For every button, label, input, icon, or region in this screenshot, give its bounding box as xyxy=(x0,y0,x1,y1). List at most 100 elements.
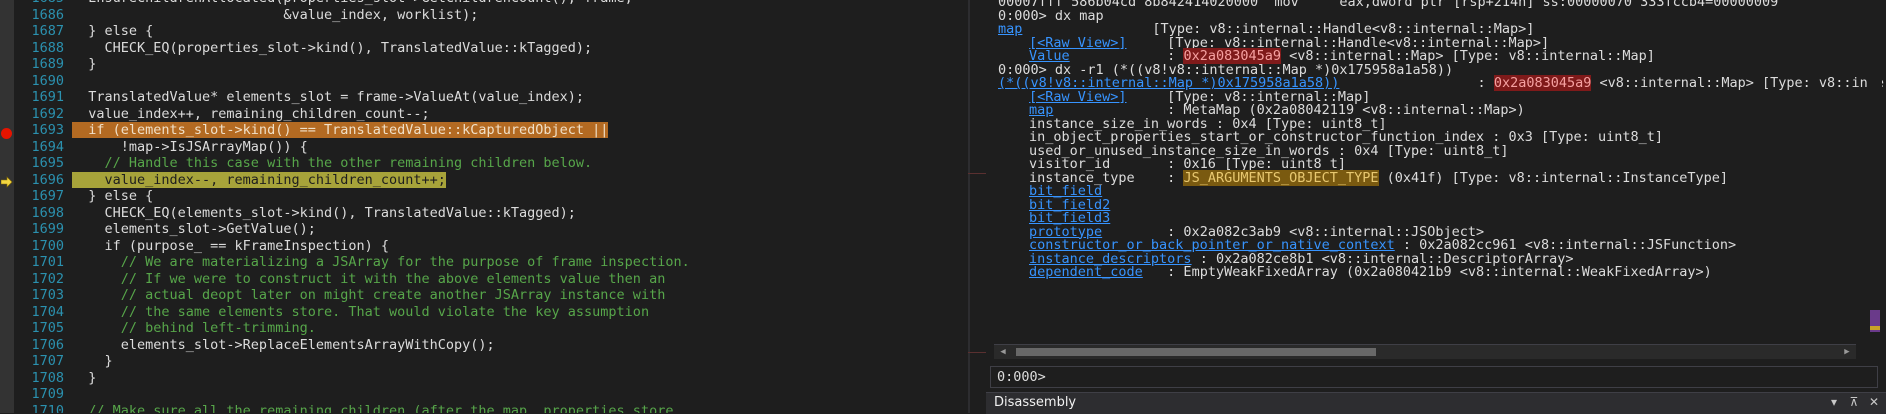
code-line[interactable]: 1705 // behind left-trimming. xyxy=(14,320,316,337)
code-line[interactable]: 1695 // Handle this case with the other … xyxy=(14,155,592,172)
address-value: 0x2a083045a9 xyxy=(1493,75,1592,91)
line-number: 1709 xyxy=(31,386,64,402)
breakpoint-margin[interactable] xyxy=(0,0,14,413)
code-text[interactable]: if (elements_slot->kind() == TranslatedV… xyxy=(72,122,609,138)
code-line[interactable]: 1688 CHECK_EQ(properties_slot->kind(), T… xyxy=(14,40,592,57)
scroll-left-icon[interactable]: ◀ xyxy=(996,345,1010,359)
line-number: 1703 xyxy=(31,287,64,303)
code-editor[interactable]: 1685 EnsureChildrenAllocated(properties_… xyxy=(0,0,968,413)
scroll-right-icon[interactable]: ▶ xyxy=(1840,345,1854,359)
enum-value: JS_ARGUMENTS_OBJECT_TYPE xyxy=(1183,169,1379,186)
output-line: instance_type : JS_ARGUMENTS_OBJECT_TYPE… xyxy=(998,169,1729,187)
code-line[interactable]: 1701 // We are materializing a JSArray f… xyxy=(14,254,690,271)
output-text: (0x41f) [Type: v8::internal::InstanceTyp… xyxy=(1378,169,1729,186)
code-line[interactable]: 1697 } else { xyxy=(14,188,153,205)
code-line[interactable]: 1709 xyxy=(14,386,72,403)
debugger-output-window[interactable]: 00007fff`586b04cd 8b842414020000 mov eax… xyxy=(986,0,1886,413)
line-number: 1695 xyxy=(31,155,64,171)
code-text[interactable]: elements_slot->ReplaceElementsArrayWithC… xyxy=(72,337,495,353)
code-text[interactable]: } else { xyxy=(72,188,153,204)
code-text[interactable]: // behind left-trimming. xyxy=(72,320,316,336)
code-line[interactable]: 1692 value_index++, remaining_children_c… xyxy=(14,105,429,123)
command-prompt-label: 0:000> xyxy=(997,369,1046,385)
code-text[interactable]: // If we were to construct it with the a… xyxy=(72,271,666,287)
code-text[interactable]: value_index--, remaining_children_count+… xyxy=(72,171,446,188)
scrollbar-marker xyxy=(1870,326,1880,330)
code-text[interactable]: // Make sure all the remaining children … xyxy=(72,403,681,414)
dml-link[interactable]: dependent_code xyxy=(1029,264,1143,280)
line-number: 1705 xyxy=(31,320,64,336)
code-line[interactable]: 1693 if (elements_slot->kind() == Transl… xyxy=(14,122,609,139)
code-line[interactable]: 1702 // If we were to construct it with … xyxy=(14,271,665,288)
line-number: 1699 xyxy=(31,221,64,237)
code-text[interactable]: } xyxy=(72,353,113,369)
code-line[interactable]: 1694 !map->IsJSArrayMap()) { xyxy=(14,138,308,156)
code-line[interactable]: 1704 // the same elements store. That wo… xyxy=(14,304,649,321)
line-number: 1698 xyxy=(31,204,64,221)
code-text[interactable]: value_index++, remaining_children_count-… xyxy=(72,106,429,122)
disassembly-panel-header[interactable]: Disassembly ▾ ⊼ ✕ xyxy=(986,392,1886,414)
code-line[interactable]: 1706 elements_slot->ReplaceElementsArray… xyxy=(14,336,495,354)
line-number: 1696 xyxy=(31,171,64,188)
code-text[interactable]: elements_slot->GetValue(); xyxy=(72,221,316,237)
line-number: 1710 xyxy=(31,402,64,414)
code-text[interactable]: } xyxy=(72,370,96,386)
line-number: 1692 xyxy=(31,105,64,122)
code-line[interactable]: 1689 } xyxy=(14,56,96,73)
breakpoint-icon[interactable] xyxy=(1,128,12,139)
output-text: : EmptyWeakFixedArray (0x2a080421b9 <v8:… xyxy=(1142,264,1712,280)
code-text[interactable]: // Handle this case with the other remai… xyxy=(72,155,593,171)
code-text[interactable]: // actual deopt later on might create an… xyxy=(72,287,666,303)
code-text[interactable]: !map->IsJSArrayMap()) { xyxy=(72,139,308,155)
disassembly-title: Disassembly xyxy=(994,395,1077,410)
line-number: 1691 xyxy=(31,89,64,105)
code-text[interactable]: CHECK_EQ(properties_slot->kind(), Transl… xyxy=(72,40,593,56)
output-line: 00007fff`586b04cd 8b842414020000 mov eax… xyxy=(998,0,1778,11)
code-text[interactable]: } xyxy=(72,56,96,72)
code-text[interactable]: &value_index, worklist); xyxy=(72,7,478,23)
line-number: 1694 xyxy=(31,138,64,155)
line-number: 1687 xyxy=(31,23,64,39)
output-text: 00007fff`586b04cd 8b842414020000 mov eax… xyxy=(998,0,1779,10)
line-number: 1701 xyxy=(31,254,64,270)
code-line[interactable]: 1696 value_index--, remaining_children_c… xyxy=(14,171,446,189)
vertical-scrollbar[interactable] xyxy=(1868,0,1882,360)
pin-icon[interactable]: ⊼ xyxy=(1846,395,1862,409)
code-line[interactable]: 1687 } else { xyxy=(14,23,153,40)
line-number: 1704 xyxy=(31,303,64,320)
scroll-marker xyxy=(968,352,986,353)
code-line[interactable]: 1700 if (purpose_ == kFrameInspection) { xyxy=(14,238,389,255)
line-number: 1688 xyxy=(31,39,64,56)
code-line[interactable]: 1707 } xyxy=(14,353,113,370)
command-bar[interactable]: 0:000> xyxy=(990,366,1878,388)
code-text[interactable]: // We are materializing a JSArray for th… xyxy=(72,254,690,270)
code-line[interactable]: 1703 // actual deopt later on might crea… xyxy=(14,287,665,304)
code-line[interactable]: 1710 // Make sure all the remaining chil… xyxy=(14,402,681,414)
line-number: 1706 xyxy=(31,336,64,353)
line-number: 1693 xyxy=(31,122,64,138)
line-number: 1700 xyxy=(31,237,64,254)
code-line[interactable]: 1698 CHECK_EQ(elements_slot->kind(), Tra… xyxy=(14,204,576,222)
code-line[interactable]: 1686 &value_index, worklist); xyxy=(14,7,478,24)
line-number: 1697 xyxy=(31,188,64,204)
close-icon[interactable]: ✕ xyxy=(1866,395,1882,409)
output-text: <v8::internal::Map> [Type: v8::internal xyxy=(1591,75,1886,91)
code-line[interactable]: 1691 TranslatedValue* elements_slot = fr… xyxy=(14,89,584,106)
code-line[interactable]: 1708 } xyxy=(14,370,96,387)
line-number: 1690 xyxy=(31,72,64,89)
scrollbar-thumb[interactable] xyxy=(1016,348,1376,356)
code-text[interactable]: TranslatedValue* elements_slot = frame->… xyxy=(72,89,584,105)
dropdown-icon[interactable]: ▾ xyxy=(1826,395,1842,409)
horizontal-scrollbar[interactable]: ◀ ▶ xyxy=(994,344,1856,359)
code-line[interactable]: 1699 elements_slot->GetValue(); xyxy=(14,221,316,238)
output-line: dependent_code : EmptyWeakFixedArray (0x… xyxy=(998,264,1712,281)
code-text[interactable]: EnsureChildrenAllocated(properties_slot-… xyxy=(72,0,633,6)
command-input[interactable] xyxy=(1049,368,1853,386)
code-text[interactable]: if (purpose_ == kFrameInspection) { xyxy=(72,238,389,254)
scroll-marker xyxy=(968,173,986,174)
code-text[interactable]: // the same elements store. That would v… xyxy=(72,304,649,320)
code-text[interactable]: CHECK_EQ(elements_slot->kind(), Translat… xyxy=(72,205,576,221)
code-line[interactable]: 1690 xyxy=(14,73,72,90)
code-text[interactable]: } else { xyxy=(72,23,153,39)
line-number: 1708 xyxy=(31,369,64,386)
